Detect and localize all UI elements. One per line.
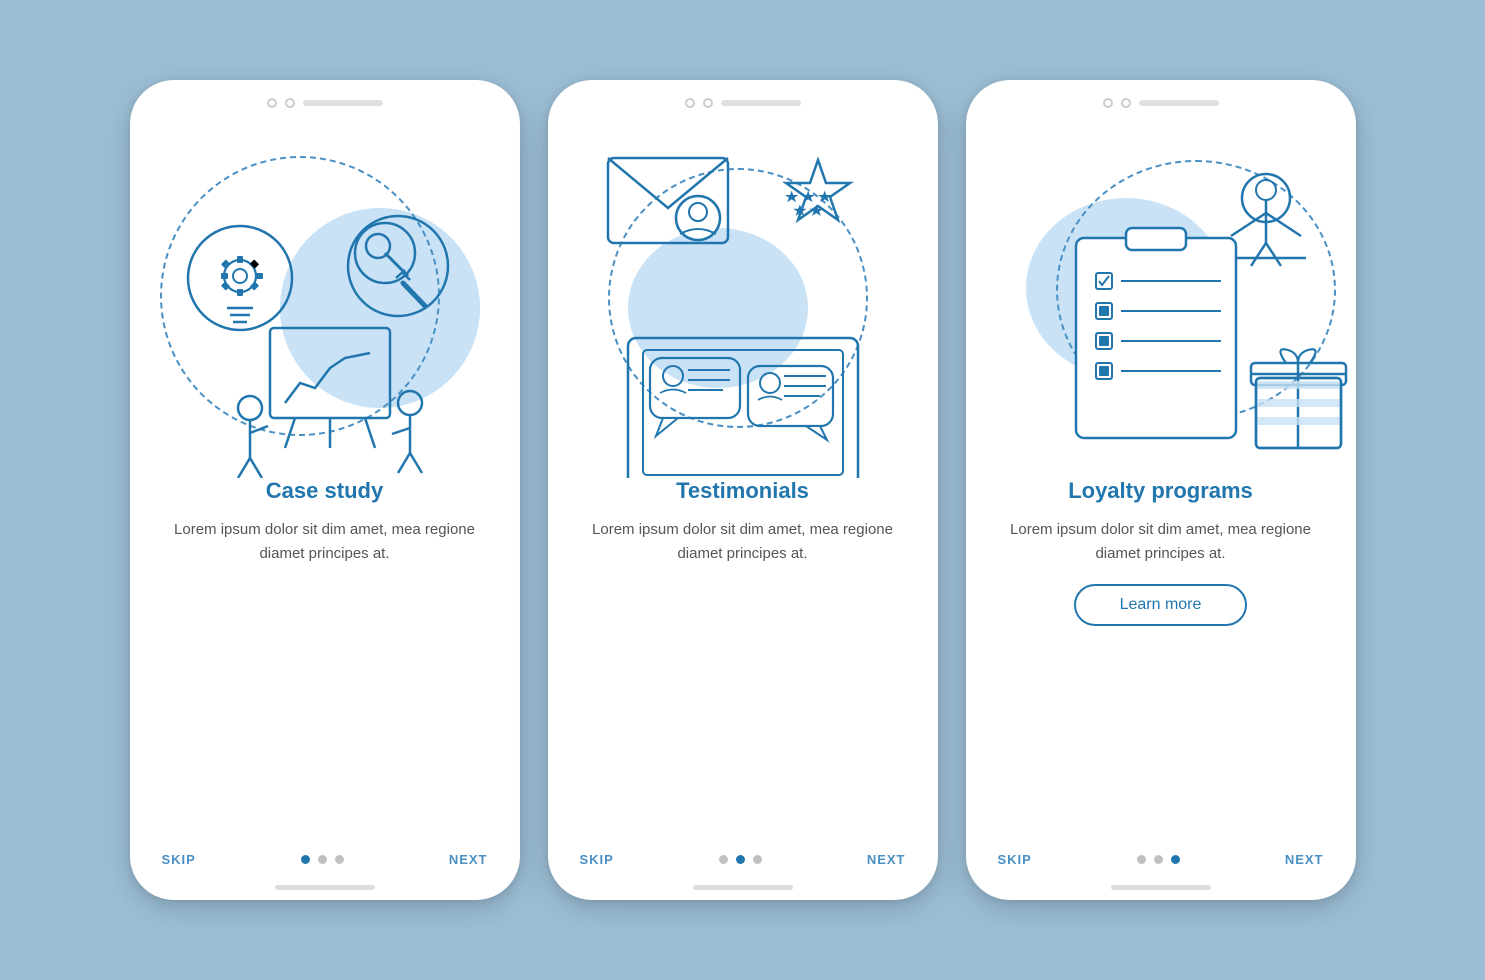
loyalty-description: Lorem ipsum dolor sit dim amet, mea regi…	[998, 518, 1324, 566]
next-button-1[interactable]: NEXT	[449, 852, 488, 867]
status-circle-6	[1121, 98, 1131, 108]
illustration-testimonials	[548, 118, 938, 478]
dot-2-2	[736, 855, 745, 864]
status-bar-2	[548, 80, 938, 108]
phone-content-2: Testimonials Lorem ipsum dolor sit dim a…	[548, 478, 938, 852]
phone-content-3: Loyalty programs Lorem ipsum dolor sit d…	[966, 478, 1356, 852]
dots-1	[301, 855, 344, 864]
status-line-3	[1139, 100, 1219, 106]
status-circle-2	[285, 98, 295, 108]
status-bar-3	[966, 80, 1356, 108]
dot-1-2	[318, 855, 327, 864]
status-line-2	[721, 100, 801, 106]
case-study-description: Lorem ipsum dolor sit dim amet, mea regi…	[162, 518, 488, 566]
phone-testimonials: Testimonials Lorem ipsum dolor sit dim a…	[548, 80, 938, 900]
next-button-3[interactable]: NEXT	[1285, 852, 1324, 867]
dot-1-1	[301, 855, 310, 864]
dot-1-3	[335, 855, 344, 864]
skip-button-2[interactable]: SKIP	[580, 852, 614, 867]
testimonials-svg	[548, 118, 938, 478]
phone-bottom-2: SKIP NEXT	[548, 852, 938, 885]
status-circle-4	[703, 98, 713, 108]
phone-content-1: Case study Lorem ipsum dolor sit dim ame…	[130, 478, 520, 852]
next-button-2[interactable]: NEXT	[867, 852, 906, 867]
home-indicator-3	[1111, 885, 1211, 890]
dot-3-3	[1171, 855, 1180, 864]
testimonials-title: Testimonials	[676, 478, 809, 504]
skip-button-3[interactable]: SKIP	[998, 852, 1032, 867]
home-indicator-2	[693, 885, 793, 890]
status-circle-1	[267, 98, 277, 108]
loyalty-svg	[966, 118, 1356, 478]
learn-more-button[interactable]: Learn more	[1074, 584, 1248, 626]
skip-button-1[interactable]: SKIP	[162, 852, 196, 867]
case-study-title: Case study	[266, 478, 383, 504]
phone-bottom-1: SKIP NEXT	[130, 852, 520, 885]
phone-loyalty: Loyalty programs Lorem ipsum dolor sit d…	[966, 80, 1356, 900]
status-circle-3	[685, 98, 695, 108]
dot-3-2	[1154, 855, 1163, 864]
illustration-loyalty	[966, 118, 1356, 478]
phones-container: Case study Lorem ipsum dolor sit dim ame…	[130, 80, 1356, 900]
dot-2-3	[753, 855, 762, 864]
dot-2-1	[719, 855, 728, 864]
dot-3-1	[1137, 855, 1146, 864]
testimonials-description: Lorem ipsum dolor sit dim amet, mea regi…	[580, 518, 906, 566]
loyalty-title: Loyalty programs	[1068, 478, 1253, 504]
phone-case-study: Case study Lorem ipsum dolor sit dim ame…	[130, 80, 520, 900]
status-bar-1	[130, 80, 520, 108]
case-study-svg	[130, 118, 520, 478]
illustration-case-study	[130, 118, 520, 478]
status-line-1	[303, 100, 383, 106]
phone-bottom-3: SKIP NEXT	[966, 852, 1356, 885]
home-indicator-1	[275, 885, 375, 890]
status-circle-5	[1103, 98, 1113, 108]
dots-3	[1137, 855, 1180, 864]
dots-2	[719, 855, 762, 864]
